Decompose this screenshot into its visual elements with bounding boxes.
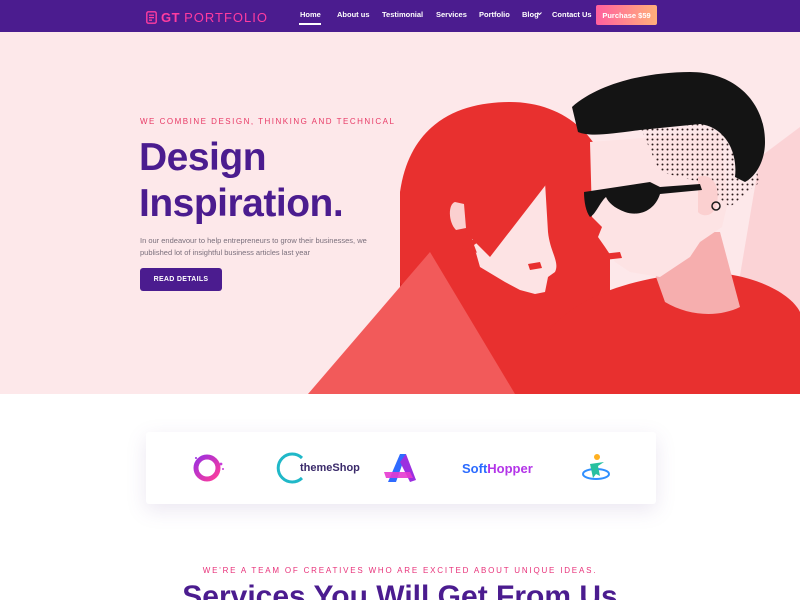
nav-active-indicator	[299, 23, 321, 25]
client-logo-a[interactable]	[380, 450, 420, 486]
purchase-button[interactable]: Purchase $59	[596, 5, 657, 25]
navbar: GT PORTFOLIO Home About us Testimonial S…	[0, 0, 800, 32]
a-mark-logo-icon	[384, 454, 416, 482]
logo-icon	[146, 10, 157, 24]
services-tagline: WE'RE A TEAM OF CREATIVES WHO ARE EXCITE…	[202, 566, 598, 575]
nav-item-home[interactable]: Home	[300, 10, 321, 19]
logo-name: PORTFOLIO	[184, 9, 268, 25]
hero-description: In our endeavour to help entrepreneurs t…	[140, 236, 367, 257]
softhopper-logo-text: SoftHopper	[462, 460, 533, 476]
themeshop-logo-text: themeShop	[300, 462, 360, 474]
nav-item-testimonial[interactable]: Testimonial	[382, 10, 423, 19]
client-logos-card: themeShop SoftHopper	[146, 432, 656, 504]
swirl-logo-icon	[193, 454, 224, 482]
services-title: Services You Will Get From Us	[182, 580, 618, 600]
read-details-button[interactable]: READ DETAILS	[140, 268, 222, 291]
orbit-person-logo-icon	[582, 454, 610, 480]
client-logo-1[interactable]	[190, 450, 226, 486]
hero-section: WE COMBINE DESIGN, THINKING AND TECHNICA…	[0, 32, 800, 394]
site-logo[interactable]: GT PORTFOLIO	[146, 8, 268, 26]
nav-item-contact[interactable]: Contact Us	[552, 10, 592, 19]
client-logo-themeshop[interactable]: themeShop	[272, 450, 360, 486]
nav-item-services[interactable]: Services	[436, 10, 467, 19]
nav-item-about[interactable]: About us	[337, 10, 370, 19]
client-logo-softhopper[interactable]: SoftHopper	[462, 450, 533, 486]
hero-illustration	[308, 72, 800, 394]
chevron-down-icon[interactable]	[537, 11, 542, 16]
logo-prefix: GT	[161, 9, 181, 25]
nav-item-portfolio[interactable]: Portfolio	[479, 10, 510, 19]
client-logo-orbit[interactable]	[578, 450, 614, 486]
hero-title: Design Inspiration.	[139, 136, 344, 225]
hero-tagline: WE COMBINE DESIGN, THINKING AND TECHNICA…	[140, 117, 396, 126]
